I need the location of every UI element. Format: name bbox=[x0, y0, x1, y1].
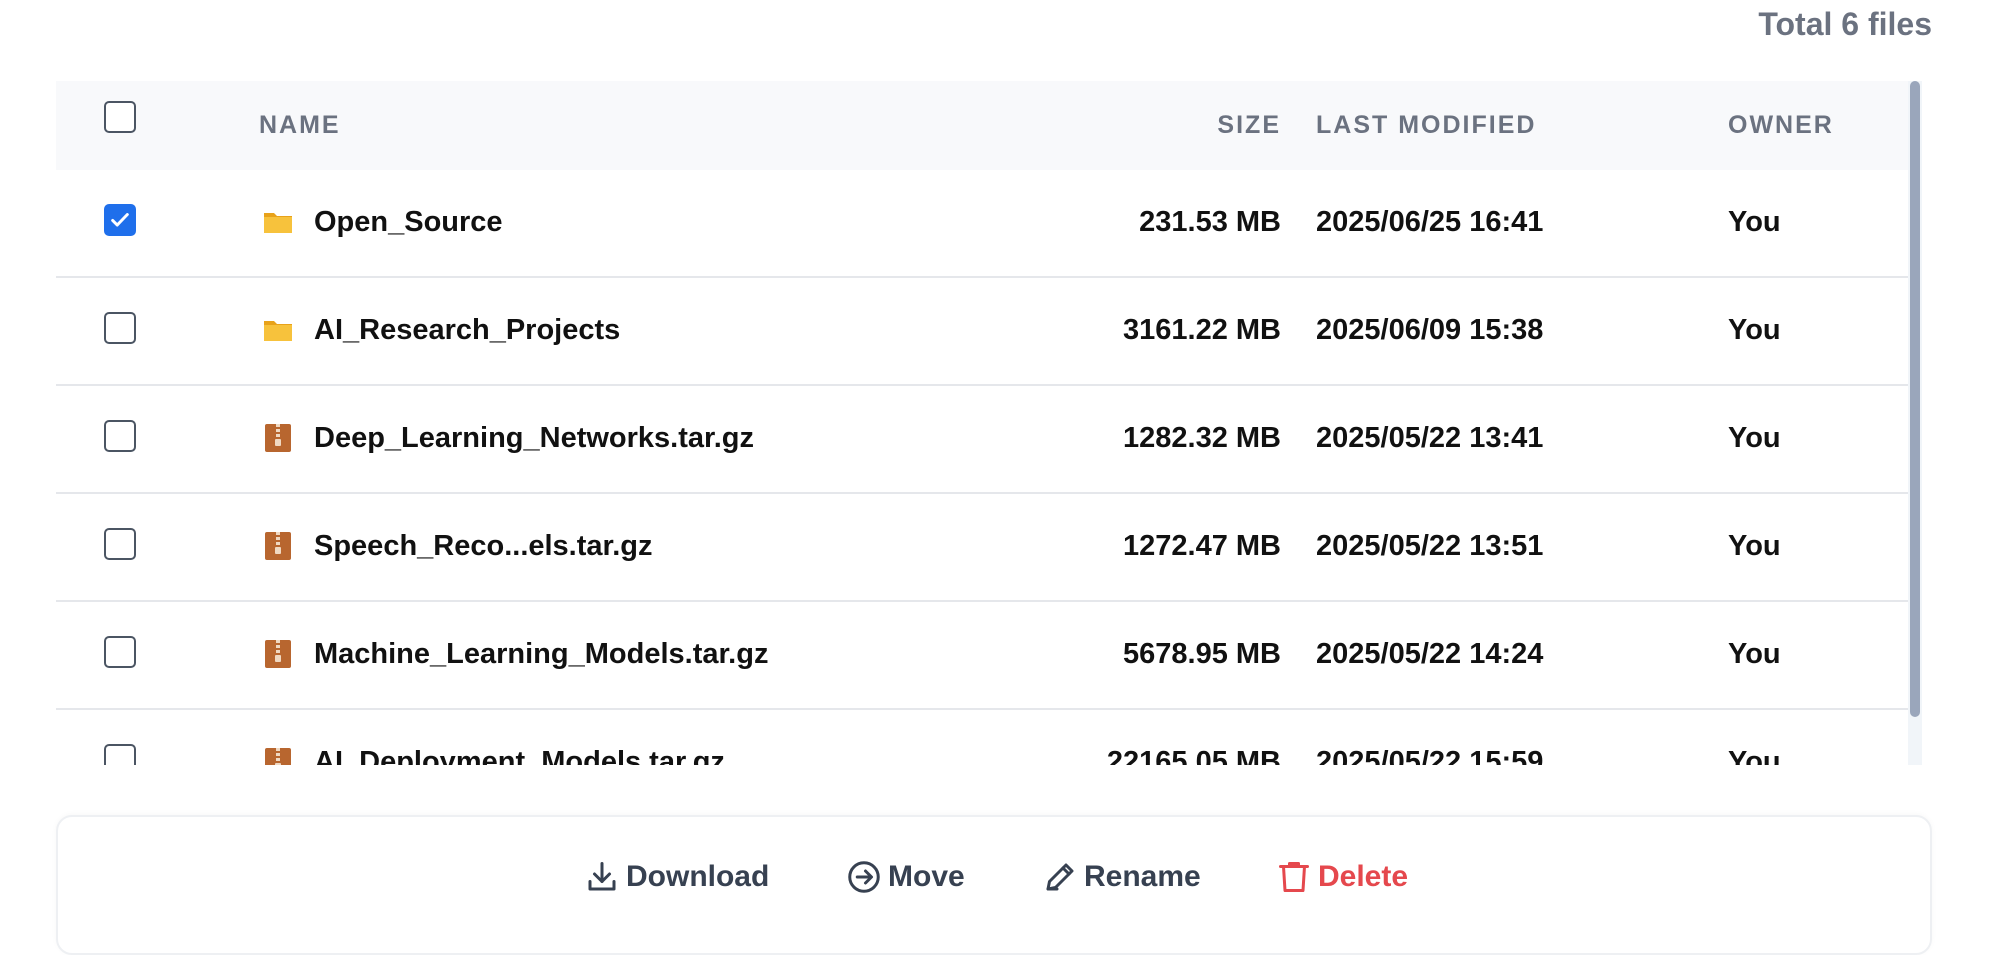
total-files-label: Total 6 files bbox=[1758, 6, 1932, 42]
archive-icon bbox=[262, 746, 294, 765]
file-size: 3161.22 MB bbox=[1123, 314, 1281, 346]
row-checkbox[interactable] bbox=[104, 204, 136, 236]
move-label: Move bbox=[888, 860, 965, 893]
file-size: 1282.32 MB bbox=[1123, 422, 1281, 454]
file-last-modified: 2025/05/22 15:59 bbox=[1316, 746, 1544, 765]
download-button[interactable]: Download bbox=[584, 857, 769, 897]
file-size: 22165.05 MB bbox=[1106, 746, 1281, 765]
column-header-last-modified[interactable]: LAST MODIFIED bbox=[1316, 111, 1536, 140]
archive-icon bbox=[262, 638, 294, 670]
scrollbar-thumb[interactable] bbox=[1910, 81, 1920, 717]
trash-icon bbox=[1279, 862, 1309, 892]
file-owner: You bbox=[1728, 746, 1781, 765]
table-row[interactable]: Machine_Learning_Models.tar.gz 5678.95 MB… bbox=[56, 602, 1922, 710]
row-checkbox[interactable] bbox=[104, 744, 136, 765]
file-last-modified: 2025/06/09 15:38 bbox=[1316, 314, 1544, 346]
table-row[interactable]: AI_Deployment_Models.tar.gz 22165.05 MB 20… bbox=[56, 710, 1922, 765]
file-last-modified: 2025/06/25 16:41 bbox=[1316, 206, 1544, 238]
table-row[interactable]: Speech_Reco...els.tar.gz 1272.47 MB 2025/0… bbox=[56, 494, 1922, 602]
rename-label: Rename bbox=[1084, 860, 1201, 893]
delete-button[interactable]: Delete bbox=[1276, 857, 1408, 897]
column-header-owner[interactable]: OWNER bbox=[1728, 111, 1834, 140]
file-name[interactable]: Open_Source bbox=[314, 206, 503, 239]
row-checkbox[interactable] bbox=[104, 312, 136, 344]
archive-icon bbox=[262, 530, 294, 562]
file-owner: You bbox=[1728, 422, 1781, 454]
table-row[interactable]: Deep_Learning_Networks.tar.gz 1282.32 MB 2… bbox=[56, 386, 1922, 494]
column-header-name[interactable]: NAME bbox=[259, 111, 341, 140]
row-checkbox[interactable] bbox=[104, 636, 136, 668]
file-last-modified: 2025/05/22 13:51 bbox=[1316, 530, 1544, 562]
file-owner: You bbox=[1728, 638, 1781, 670]
download-icon bbox=[588, 862, 616, 891]
action-bar: Download Move Rename Delete bbox=[56, 815, 1932, 955]
file-size: 1272.47 MB bbox=[1123, 530, 1281, 562]
table-row[interactable]: Open_Source 231.53 MB 2025/06/25 16:41 You bbox=[56, 170, 1922, 278]
row-checkbox[interactable] bbox=[104, 528, 136, 560]
folder-icon bbox=[262, 206, 294, 238]
delete-label: Delete bbox=[1318, 860, 1409, 893]
table-row[interactable]: AI_Research_Projects 3161.22 MB 2025/06/09… bbox=[56, 278, 1922, 386]
move-button[interactable]: Move bbox=[846, 857, 965, 897]
scrollbar-track[interactable] bbox=[1908, 81, 1922, 765]
file-owner: You bbox=[1728, 530, 1781, 562]
file-size: 5678.95 MB bbox=[1123, 638, 1281, 670]
select-all-checkbox[interactable] bbox=[104, 101, 136, 133]
archive-icon bbox=[262, 422, 294, 454]
file-size: 231.53 MB bbox=[1139, 206, 1281, 238]
column-header-size[interactable]: SIZE bbox=[1217, 111, 1281, 140]
file-last-modified: 2025/05/22 13:41 bbox=[1316, 422, 1544, 454]
row-checkbox[interactable] bbox=[104, 420, 136, 452]
file-name[interactable]: Machine_Learning_Models.tar.gz bbox=[314, 638, 768, 671]
file-table: NAME SIZE LAST MODIFIED OWNER Open_Sourc… bbox=[56, 81, 1922, 765]
pencil-icon bbox=[1046, 863, 1074, 891]
file-name[interactable]: Speech_Reco...els.tar.gz bbox=[314, 530, 652, 563]
download-label: Download bbox=[626, 860, 770, 893]
file-name[interactable]: AI_Research_Projects bbox=[314, 314, 620, 347]
file-last-modified: 2025/05/22 14:24 bbox=[1316, 638, 1544, 670]
file-owner: You bbox=[1728, 206, 1781, 238]
move-icon bbox=[848, 861, 880, 893]
file-owner: You bbox=[1728, 314, 1781, 346]
table-header: NAME SIZE LAST MODIFIED OWNER bbox=[56, 81, 1922, 170]
file-name[interactable]: Deep_Learning_Networks.tar.gz bbox=[314, 422, 754, 455]
rename-button[interactable]: Rename bbox=[1042, 857, 1201, 897]
folder-icon bbox=[262, 314, 294, 346]
file-name[interactable]: AI_Deployment_Models.tar.gz bbox=[314, 746, 725, 765]
